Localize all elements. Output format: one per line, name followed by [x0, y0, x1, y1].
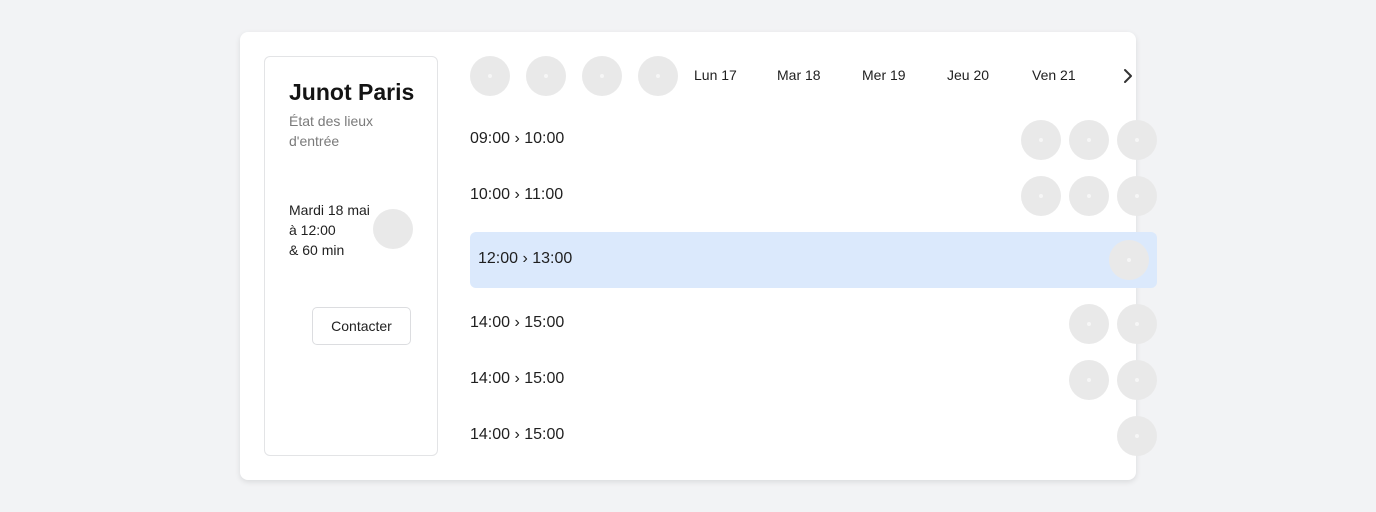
- contact-button[interactable]: Contacter: [312, 307, 411, 345]
- time-slot[interactable]: 14:00 › 15:00: [470, 408, 1157, 464]
- day-tab[interactable]: Ven 21: [1032, 67, 1076, 83]
- agent-avatar: [1117, 304, 1157, 344]
- day-tab[interactable]: Mer 19: [862, 67, 906, 83]
- agent-avatar: [1117, 176, 1157, 216]
- agent-avatar: [1069, 360, 1109, 400]
- time-slot[interactable]: 14:00 › 15:00: [470, 296, 1157, 352]
- day-tab[interactable]: Lun 17: [694, 67, 737, 83]
- agent-avatar: [1069, 120, 1109, 160]
- chevron-right-icon[interactable]: [1118, 66, 1138, 86]
- time-slot[interactable]: 09:00 › 10:00: [470, 112, 1157, 168]
- agent-avatar: [1117, 360, 1157, 400]
- time-slot-selected[interactable]: 12:00 › 13:00: [470, 232, 1157, 288]
- agent-avatar[interactable]: [470, 56, 510, 96]
- agent-avatar: [1069, 304, 1109, 344]
- agency-panel: Junot Paris État des lieux d'entrée Mard…: [264, 56, 438, 456]
- booking-card: Junot Paris État des lieux d'entrée Mard…: [240, 32, 1157, 480]
- agent-avatar[interactable]: [638, 56, 678, 96]
- agent-avatar: [1021, 176, 1061, 216]
- agent-avatar: [373, 209, 413, 249]
- agent-avatar[interactable]: [526, 56, 566, 96]
- agent-avatar: [1117, 120, 1157, 160]
- appointment-duration: & 60 min: [289, 242, 345, 258]
- appointment-date: Mardi 18 mai: [289, 202, 370, 218]
- slot-time: 10:00 › 11:00: [470, 186, 564, 203]
- slot-time: 14:00 › 15:00: [470, 370, 565, 387]
- time-slot[interactable]: 14:00 › 15:00: [470, 352, 1157, 408]
- time-slot[interactable]: 10:00 › 11:00: [470, 168, 1157, 224]
- day-tab[interactable]: Jeu 20: [947, 67, 989, 83]
- agent-avatar: [1109, 240, 1149, 280]
- slot-time: 12:00 › 13:00: [478, 250, 573, 267]
- agent-avatar: [1117, 416, 1157, 456]
- agent-avatar[interactable]: [582, 56, 622, 96]
- agency-name: Junot Paris: [289, 79, 415, 105]
- appointment-type: État des lieux d'entrée: [289, 113, 374, 149]
- agent-avatar: [1021, 120, 1061, 160]
- agent-avatar: [1069, 176, 1109, 216]
- slot-time: 14:00 › 15:00: [470, 426, 565, 443]
- day-tab[interactable]: Mar 18: [777, 67, 821, 83]
- slot-time: 09:00 › 10:00: [470, 130, 565, 147]
- slot-time: 14:00 › 15:00: [470, 314, 565, 331]
